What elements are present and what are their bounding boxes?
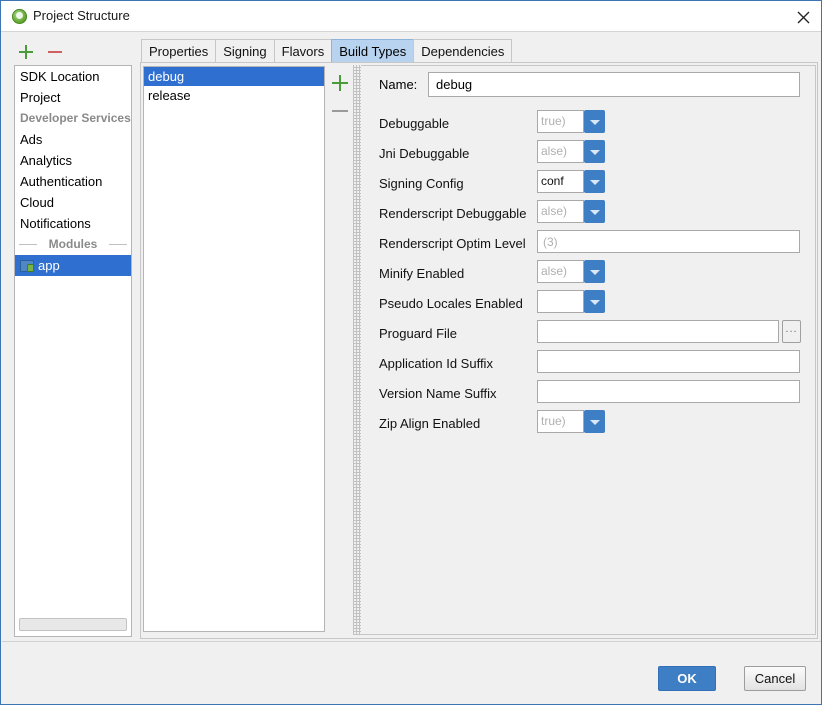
- build-type-form: Name: Debuggable true) Jni Debuggable alse)…: [361, 65, 816, 635]
- sidebar-group-developer-services: Developer Services: [20, 111, 131, 125]
- field-label-zip-align-enabled: Zip Align Enabled: [379, 416, 481, 431]
- tab-signing[interactable]: Signing: [215, 39, 275, 62]
- cancel-button[interactable]: Cancel: [744, 666, 806, 691]
- combo-value-signing-config: conf: [537, 170, 584, 193]
- panel-splitter[interactable]: [353, 65, 361, 635]
- add-build-type-button[interactable]: [331, 74, 349, 92]
- title-bar: Project Structure: [1, 1, 821, 32]
- sidebar-item-ads[interactable]: Ads: [15, 129, 131, 150]
- close-icon[interactable]: [789, 5, 817, 28]
- browse-button-proguard-file[interactable]: ...: [782, 320, 801, 343]
- chevron-down-icon[interactable]: [584, 200, 605, 223]
- combo-pseudo-locales-enabled[interactable]: [537, 290, 605, 313]
- android-studio-icon: [12, 9, 27, 24]
- chevron-down-icon[interactable]: [584, 170, 605, 193]
- sidebar-group-modules: Modules: [15, 234, 131, 255]
- remove-build-type-button[interactable]: [331, 102, 349, 120]
- build-type-item-release[interactable]: release: [144, 86, 324, 105]
- combo-renderscript-debuggable[interactable]: alse): [537, 200, 605, 223]
- combo-zip-align-enabled[interactable]: true): [537, 410, 605, 433]
- field-label-jni-debuggable: Jni Debuggable: [379, 146, 470, 161]
- chevron-down-icon[interactable]: [584, 140, 605, 163]
- ok-button[interactable]: OK: [658, 666, 716, 691]
- field-label-application-id-suffix: Application Id Suffix: [379, 356, 493, 371]
- dialog-footer: OK Cancel: [2, 641, 821, 703]
- tab-dependencies[interactable]: Dependencies: [413, 39, 513, 62]
- sidebar-item-authentication[interactable]: Authentication: [15, 171, 131, 192]
- form-row-minify-enabled: Minify Enabled alse): [361, 259, 816, 289]
- sidebar-horizontal-scrollbar[interactable]: [19, 618, 127, 631]
- field-label-debuggable: Debuggable: [379, 116, 450, 131]
- tab-build-types[interactable]: Build Types: [331, 39, 415, 62]
- field-label-version-name-suffix: Version Name Suffix: [379, 386, 497, 401]
- tab-bar: Properties Signing Flavors Build Types Depen…: [141, 39, 817, 62]
- close-glyph: [797, 11, 810, 24]
- sidebar-item-analytics[interactable]: Analytics: [15, 150, 131, 171]
- sidebar-toolbar: [2, 41, 138, 65]
- chevron-down-icon[interactable]: [584, 110, 605, 133]
- sidebar-item-cloud[interactable]: Cloud: [15, 192, 131, 213]
- window-title: Project Structure: [33, 8, 130, 23]
- combo-signing-config[interactable]: conf: [537, 170, 605, 193]
- combo-jni-debuggable[interactable]: alse): [537, 140, 605, 163]
- sidebar-item-label: app: [38, 258, 60, 273]
- field-label-proguard-file: Proguard File: [379, 326, 458, 341]
- combo-value-zip-align-enabled: true): [537, 410, 584, 433]
- form-row-renderscript-optim-level: Renderscript Optim Level: [361, 229, 816, 259]
- combo-value-minify-enabled: alse): [537, 260, 584, 283]
- name-input[interactable]: [428, 72, 800, 97]
- sidebar-item-project[interactable]: Project: [15, 87, 131, 108]
- form-row-version-name-suffix: Version Name Suffix: [361, 379, 816, 409]
- build-type-item-debug[interactable]: debug: [144, 67, 324, 86]
- form-row-signing-config: Signing Config conf: [361, 169, 816, 199]
- build-types-list[interactable]: debug release: [143, 66, 325, 632]
- combo-value-debuggable: true): [537, 110, 584, 133]
- input-application-id-suffix[interactable]: [537, 350, 800, 373]
- combo-debuggable[interactable]: true): [537, 110, 605, 133]
- name-row: Name:: [361, 72, 816, 98]
- sidebar-item-app[interactable]: app: [15, 255, 131, 276]
- field-label-renderscript-debuggable: Renderscript Debuggable: [379, 206, 527, 221]
- name-label: Name:: [379, 77, 418, 92]
- combo-value-jni-debuggable: alse): [537, 140, 584, 163]
- sidebar-list[interactable]: SDK Location Project Developer Services Ads…: [14, 65, 132, 637]
- form-row-jni-debuggable: Jni Debuggable alse): [361, 139, 816, 169]
- tab-properties[interactable]: Properties: [141, 39, 217, 62]
- build-types-list-pane: debug release: [143, 66, 355, 634]
- chevron-down-icon[interactable]: [584, 410, 605, 433]
- module-icon: [20, 260, 34, 272]
- form-row-proguard-file: Proguard File...: [361, 319, 816, 349]
- combo-value-renderscript-debuggable: alse): [537, 200, 584, 223]
- field-label-pseudo-locales-enabled: Pseudo Locales Enabled: [379, 296, 523, 311]
- form-row-pseudo-locales-enabled: Pseudo Locales Enabled: [361, 289, 816, 319]
- input-version-name-suffix[interactable]: [537, 380, 800, 403]
- combo-minify-enabled[interactable]: alse): [537, 260, 605, 283]
- form-row-zip-align-enabled: Zip Align Enabled true): [361, 409, 816, 439]
- sidebar-item-sdk-location[interactable]: SDK Location: [15, 66, 131, 87]
- sidebar: SDK Location Project Developer Services Ads…: [2, 33, 138, 640]
- tab-flavors[interactable]: Flavors: [273, 39, 333, 62]
- field-label-signing-config: Signing Config: [379, 176, 464, 191]
- form-row-application-id-suffix: Application Id Suffix: [361, 349, 816, 379]
- build-types-panel: debugrelease Name: Debuggable true) Jni De…: [140, 62, 818, 639]
- input-proguard-file[interactable]: [537, 320, 779, 343]
- add-module-button[interactable]: [17, 43, 35, 61]
- project-structure-dialog: Project Structure SDK Location Project Dev…: [0, 0, 822, 705]
- remove-module-button[interactable]: [46, 43, 64, 61]
- build-types-list-buttons: [327, 68, 353, 128]
- field-label-minify-enabled: Minify Enabled: [379, 266, 465, 281]
- chevron-down-icon[interactable]: [584, 290, 605, 313]
- chevron-down-icon[interactable]: [584, 260, 605, 283]
- combo-value-pseudo-locales-enabled: [537, 290, 584, 313]
- form-row-debuggable: Debuggable true): [361, 109, 816, 139]
- form-row-renderscript-debuggable: Renderscript Debuggable alse): [361, 199, 816, 229]
- input-renderscript-optim-level[interactable]: [537, 230, 800, 253]
- sidebar-item-notifications[interactable]: Notifications: [15, 213, 131, 234]
- field-label-renderscript-optim-level: Renderscript Optim Level: [379, 236, 526, 251]
